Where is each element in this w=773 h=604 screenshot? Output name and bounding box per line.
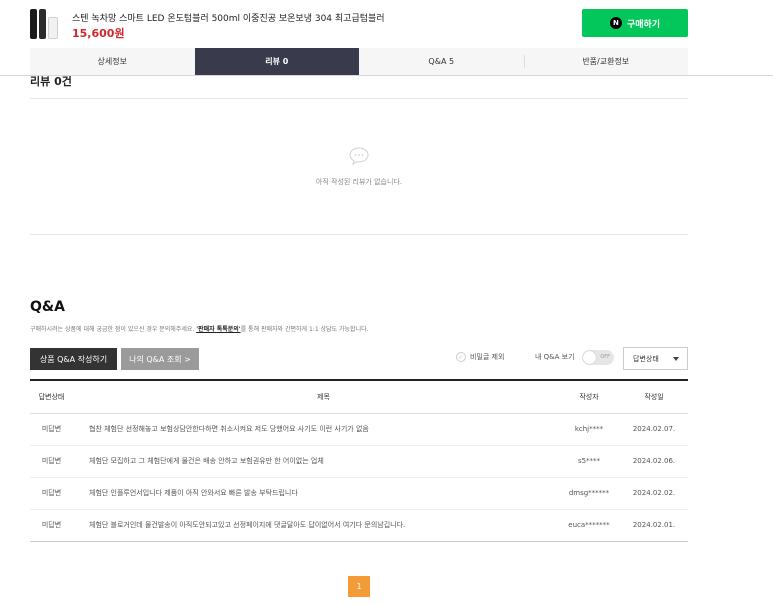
product-thumbnail[interactable]: [30, 9, 64, 39]
table-row[interactable]: 미답변 체험단 인플루언서입니다 제품이 아직 안와서요 빠른 발송 부탁드립니…: [30, 477, 688, 509]
pagination-current-page[interactable]: 1: [348, 576, 370, 597]
row-date: 2024.02.02.: [632, 489, 676, 497]
row-status: 미답변: [41, 425, 62, 433]
qa-table: 답변상태 제목 작성자 작성일 미답변 협찬 체험단 선정해놓고 보험상담안한다…: [30, 379, 688, 542]
tab-return-exchange[interactable]: 반품/교환정보: [523, 48, 689, 75]
caret-down-icon: [673, 357, 679, 361]
qa-section-title: Q&A: [30, 299, 65, 315]
table-row[interactable]: 미답변 체험단 모집하고 그 체험단에게 물건은 배송 안하고 보험권유만 한 …: [30, 445, 688, 477]
table-header-row: 답변상태 제목 작성자 작성일: [30, 380, 688, 413]
column-header-date: 작성일: [644, 392, 664, 401]
answer-status-select[interactable]: 답변상태: [623, 347, 688, 370]
exclude-secret-label: 비밀글 제외: [470, 353, 505, 361]
buy-button[interactable]: N 구매하기: [582, 9, 688, 37]
toggle-state: OFF: [600, 354, 610, 360]
row-date: 2024.02.07.: [632, 425, 676, 433]
seller-talk-link[interactable]: '판매자 톡톡문의': [196, 326, 240, 333]
qa-description: 구매하시려는 상품에 대해 궁금한 점이 있으신 경우 문의해주세요. '판매자…: [30, 326, 369, 333]
product-price: 15,600원: [72, 27, 125, 40]
table-row[interactable]: 미답변 체험단 블로거인데 물건발송이 아직도안되고있고 선정페이지에 댓글달아…: [30, 509, 688, 541]
column-header-title: 제목: [317, 392, 330, 401]
row-author: euca*******: [568, 521, 610, 529]
detail-tabs: 상세정보 리뷰 0 Q&A 5 반품/교환정보: [30, 48, 688, 75]
check-icon: ✓: [456, 352, 466, 362]
my-qa-button[interactable]: 나의 Q&A 조회 >: [121, 348, 199, 370]
row-date: 2024.02.06.: [632, 457, 676, 465]
tab-reviews[interactable]: 리뷰 0: [194, 48, 359, 75]
write-qa-button[interactable]: 상품 Q&A 작성하기: [30, 348, 117, 370]
naver-pay-icon: N: [609, 17, 622, 29]
answer-status-value: 답변상태: [633, 354, 659, 363]
empty-review-message: 아직 작성된 리뷰가 없습니다.: [315, 178, 403, 186]
my-qa-toggle-label: 내 Q&A 보기: [535, 353, 575, 361]
row-author: s5****: [577, 457, 601, 465]
row-title[interactable]: 체험단 모집하고 그 체험단에게 물건은 배송 안하고 보험권유만 한 어이없는…: [73, 445, 558, 477]
row-title[interactable]: 체험단 블로거인데 물건발송이 아직도안되고있고 선정페이지에 댓글달아도 답이…: [73, 509, 558, 541]
speech-bubble-icon: [349, 147, 369, 165]
row-date: 2024.02.01.: [632, 521, 676, 529]
column-header-status: 답변상태: [38, 392, 65, 401]
tab-detail-info[interactable]: 상세정보: [30, 48, 195, 75]
row-title[interactable]: 체험단 인플루언서입니다 제품이 아직 안와서요 빠른 발송 부탁드립니다: [73, 477, 558, 509]
table-row[interactable]: 미답변 협찬 체험단 선정해놓고 보험상담안한다하면 취소시켜요 저도 당했어요…: [30, 413, 688, 445]
tab-qa[interactable]: Q&A 5: [359, 48, 524, 75]
product-name: 스텐 녹차망 스마트 LED 온도텀블러 500ml 이중진공 보온보냉 304…: [72, 14, 385, 24]
sticky-product-header: 스텐 녹차망 스마트 LED 온도텀블러 500ml 이중진공 보온보냉 304…: [0, 0, 773, 76]
my-qa-toggle[interactable]: OFF: [582, 350, 614, 365]
row-title[interactable]: 협찬 체험단 선정해놓고 보험상담안한다하면 취소시켜요 저도 당했어요 사기도…: [73, 413, 558, 445]
row-status: 미답변: [41, 521, 62, 529]
divider: [30, 234, 688, 235]
divider: [30, 98, 688, 99]
row-status: 미답변: [41, 489, 62, 497]
exclude-secret-checkbox[interactable]: ✓ 비밀글 제외: [456, 352, 504, 362]
row-status: 미답변: [41, 457, 62, 465]
toggle-knob: [583, 351, 596, 364]
buy-button-label: 구매하기: [626, 19, 661, 30]
column-header-author: 작성자: [579, 392, 599, 401]
row-author: dmsg******: [568, 489, 610, 497]
row-author: kchj****: [574, 425, 604, 433]
